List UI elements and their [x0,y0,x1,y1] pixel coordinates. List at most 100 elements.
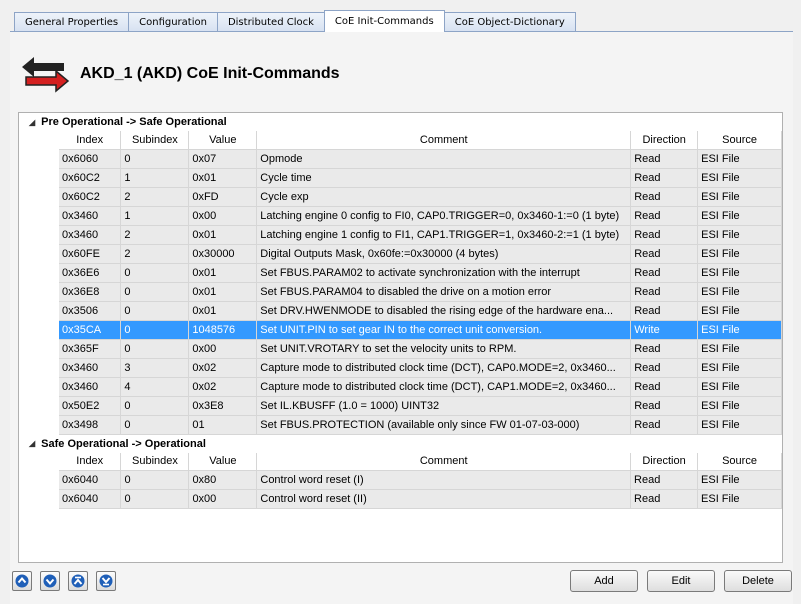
cell-index: 0x6040 [59,470,122,490]
table-row[interactable]: 0x3460 4 0x02 Capture mode to distributed c… [59,377,782,397]
move-top-button[interactable] [68,571,88,591]
table-row[interactable]: 0x60C2 2 0xFD Cycle exp Read ESI File [59,187,782,207]
commands-table: Index Subindex Value Comment Direction Source… [59,131,782,435]
group-header[interactable]: ◢ Pre Operational -> Safe Operational [19,113,782,131]
move-up-button[interactable] [12,571,32,591]
tab-configuration[interactable]: Configuration [128,12,218,32]
cell-value: 0x01 [188,225,258,245]
column-header-subindex[interactable]: Subindex [120,131,190,150]
cell-direction: Read [630,301,699,321]
column-header-comment[interactable]: Comment [256,131,632,150]
cell-direction: Read [630,263,699,283]
cell-source: ESI File [697,320,782,340]
group-label: Pre Operational -> Safe Operational [41,116,227,128]
tab-coe-object-dictionary[interactable]: CoE Object-Dictionary [443,12,576,32]
cell-comment: Opmode [256,149,632,169]
column-header-comment[interactable]: Comment [256,452,632,471]
column-header-direction[interactable]: Direction [630,452,699,471]
reorder-buttons [12,571,116,591]
column-header-index[interactable]: Index [59,131,122,150]
tab-distributed-clock[interactable]: Distributed Clock [216,12,325,32]
table-row[interactable]: 0x365F 0 0x00 Set UNIT.VROTARY to set the v… [59,339,782,359]
edit-button[interactable]: Edit [647,570,715,592]
cell-source: ESI File [697,282,782,302]
cell-direction: Read [630,396,699,416]
cell-index: 0x50E2 [59,396,122,416]
delete-button[interactable]: Delete [724,570,792,592]
cell-comment: Cycle exp [256,187,632,207]
cell-direction: Read [630,470,699,490]
cell-value: 1048576 [188,320,258,340]
cell-subindex: 1 [120,168,190,188]
cell-value: 0x00 [188,206,258,226]
cell-comment: Capture mode to distributed clock time (… [256,377,632,397]
cell-source: ESI File [697,377,782,397]
cell-subindex: 2 [120,187,190,207]
table-row[interactable]: 0x50E2 0 0x3E8 Set IL.KBUSFF (1.0 = 1000) U… [59,396,782,416]
cell-subindex: 0 [120,301,190,321]
table-row[interactable]: 0x35CA 0 1048576 Set UNIT.PIN to set gear I… [59,320,782,340]
cell-subindex: 0 [120,396,190,416]
tab-general-properties[interactable]: General Properties [14,12,130,32]
cell-subindex: 0 [120,489,190,509]
cell-source: ESI File [697,415,782,435]
table-row[interactable]: 0x6060 0 0x07 Opmode Read ESI File [59,149,782,169]
move-bottom-button[interactable] [96,571,116,591]
cell-source: ESI File [697,263,782,283]
commands-table: Index Subindex Value Comment Direction Source… [59,452,782,509]
move-down-button[interactable] [40,571,60,591]
column-header-source[interactable]: Source [697,452,782,471]
cell-source: ESI File [697,396,782,416]
tab-coe-init-commands[interactable]: CoE Init-Commands [323,10,445,32]
table-row[interactable]: 0x3460 3 0x02 Capture mode to distributed c… [59,358,782,378]
coe-arrows-icon [22,57,70,93]
init-commands-grid[interactable]: ◢ Pre Operational -> Safe Operational Inde… [18,112,783,563]
cell-value: 0x00 [188,489,258,509]
column-header-index[interactable]: Index [59,452,122,471]
column-header-direction[interactable]: Direction [630,131,699,150]
cell-value: 0x80 [188,470,258,490]
cell-index: 0x60C2 [59,187,122,207]
cell-value: 0x01 [188,301,258,321]
cell-subindex: 0 [120,263,190,283]
collapse-triangle-icon[interactable]: ◢ [29,439,35,448]
cell-direction: Write [630,320,699,340]
table-row[interactable]: 0x60FE 2 0x30000 Digital Outputs Mask, 0x60… [59,244,782,264]
cell-value: 0x01 [188,168,258,188]
table-row[interactable]: 0x3460 2 0x01 Latching engine 1 config to F… [59,225,782,245]
cell-source: ESI File [697,206,782,226]
cell-comment: Set FBUS.PARAM02 to activate synchroniza… [256,263,632,283]
column-header-value[interactable]: Value [188,131,258,150]
cell-comment: Control word reset (I) [256,470,632,490]
group-header[interactable]: ◢ Safe Operational -> Operational [19,434,782,453]
cell-subindex: 0 [120,415,190,435]
add-button[interactable]: Add [570,570,638,592]
table-row[interactable]: 0x3460 1 0x00 Latching engine 0 config to F… [59,206,782,226]
cell-comment: Cycle time [256,168,632,188]
cell-index: 0x36E6 [59,263,122,283]
collapse-triangle-icon[interactable]: ◢ [29,118,35,127]
column-header-value[interactable]: Value [188,452,258,471]
cell-direction: Read [630,149,699,169]
cell-source: ESI File [697,470,782,490]
cell-source: ESI File [697,149,782,169]
column-header-subindex[interactable]: Subindex [120,452,190,471]
cell-direction: Read [630,377,699,397]
cell-comment: Set UNIT.PIN to set gear IN to the corre… [256,320,632,340]
cell-value: 0xFD [188,187,258,207]
cell-subindex: 0 [120,339,190,359]
cell-direction: Read [630,339,699,359]
table-row[interactable]: 0x6040 0 0x00 Control word reset (II) Read ES… [59,489,782,509]
table-row[interactable]: 0x36E6 0 0x01 Set FBUS.PARAM02 to activate … [59,263,782,283]
cell-value: 0x00 [188,339,258,359]
table-row[interactable]: 0x6040 0 0x80 Control word reset (I) Read ESI… [59,470,782,490]
cell-index: 0x3506 [59,301,122,321]
table-row[interactable]: 0x60C2 1 0x01 Cycle time Read ESI File [59,168,782,188]
table-row[interactable]: 0x3498 0 01 Set FBUS.PROTECTION (available … [59,415,782,435]
table-row[interactable]: 0x3506 0 0x01 Set DRV.HWENMODE to disabled … [59,301,782,321]
table-row[interactable]: 0x36E8 0 0x01 Set FBUS.PARAM04 to disabled … [59,282,782,302]
cell-source: ESI File [697,168,782,188]
cell-comment: Digital Outputs Mask, 0x60fe:=0x30000 (4… [256,244,632,264]
column-header-source[interactable]: Source [697,131,782,150]
cell-index: 0x60FE [59,244,122,264]
